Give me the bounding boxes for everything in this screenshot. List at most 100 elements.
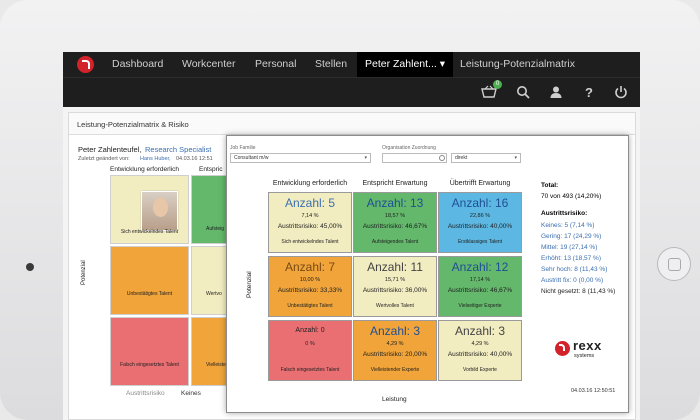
tablet-frame: Dashboard Workcenter Personal Stellen Pe…: [0, 0, 700, 420]
column-header-3: Übertrifft Erwartung: [449, 180, 511, 187]
person-role-link[interactable]: Research Specialist: [145, 145, 211, 154]
cell-percent: 15,71 %: [384, 277, 406, 283]
matrix-popup: Job Familie Consultant m/w ▾ Organisation…: [226, 135, 629, 413]
bg-column-header-2: Entspric: [199, 166, 223, 173]
nav-workcenter[interactable]: Workcenter: [182, 52, 236, 77]
total-value: 70 von 493 (14,20%): [541, 193, 602, 200]
cell-erstklassiges-talent[interactable]: Anzahl: 16 22,86 % Austrittsrisiko: 40,0…: [438, 192, 522, 253]
brand-wordmark: rexx: [573, 338, 602, 353]
job-family-label: Job Familie: [230, 145, 256, 151]
cell-aufsteigendes-talent[interactable]: Anzahl: 13 18,57 % Austrittsrisiko: 46,6…: [353, 192, 437, 253]
cell-name: Sich entwickelndes Talent: [281, 239, 339, 245]
cell-percent: 10,00 %: [299, 277, 321, 283]
camera: [26, 263, 34, 271]
cell-count: Anzahl: 16: [451, 196, 509, 210]
direct-select[interactable]: direkt ▾: [451, 153, 521, 163]
organisation-label: Organisation Zuordnung: [382, 145, 436, 151]
nav-leistung-potenzialmatrix[interactable]: Leistung-Potenzialmatrix: [460, 52, 575, 77]
cell-risk: Austrittsrisiko: 40,00%: [447, 351, 513, 358]
cell-percent: 0 %: [305, 341, 315, 347]
risk-erhoeht-link[interactable]: Erhöht: 13 (18,57 %): [541, 255, 601, 262]
cell-wertvolles-talent[interactable]: Anzahl: 11 15,71 % Austrittsrisiko: 36,0…: [353, 256, 437, 317]
cell-name: Vielseitiger Experte: [458, 303, 502, 309]
bg-cell-vielleistender-experte[interactable]: Vielleiste: [191, 317, 231, 386]
help-icon[interactable]: ?: [581, 85, 597, 101]
home-button[interactable]: [657, 247, 691, 281]
bg-cell-label: Vielleiste: [206, 362, 226, 368]
cell-unbestaetigtes-talent[interactable]: Anzahl: 7 10,00 % Austrittsrisiko: 33,33…: [268, 256, 352, 317]
user-icon[interactable]: [548, 85, 564, 101]
bg-cell-wertvolles-talent[interactable]: Wertvo: [191, 246, 231, 315]
cell-name: Vorbild Experte: [463, 367, 497, 373]
cell-vielseitiger-experte[interactable]: Anzahl: 12 17,14 % Austrittsrisiko: 46,6…: [438, 256, 522, 317]
cell-percent: 7,14 %: [301, 213, 319, 219]
cell-falsch-eingesetztes-talent[interactable]: Anzahl: 0 0 % Falsch eingesetztes Talent: [268, 320, 352, 381]
search-icon[interactable]: [515, 85, 531, 101]
cell-vielleistender-experte[interactable]: Anzahl: 3 4,29 % Austrittsrisiko: 20,00%…: [353, 320, 437, 381]
cell-sich-entwickelndes-talent[interactable]: Anzahl: 5 7,14 % Austrittsrisiko: 45,00%…: [268, 192, 352, 253]
risk-nicht-gesetzt: Nicht gesetzt: 8 (11,43 %): [541, 288, 616, 295]
bg-cell-falsch-eingesetztes-talent[interactable]: Falsch eingesetztes Talent: [110, 317, 189, 386]
toolbar: 0 ?: [63, 77, 640, 107]
cell-percent: 4,29 %: [471, 341, 489, 347]
cell-name: Unbestätigtes Talent: [287, 303, 333, 309]
x-axis-label: Leistung: [382, 396, 407, 403]
cell-name: Falsch eingesetztes Talent: [280, 367, 340, 373]
changed-date: 04.03.16 12:51: [176, 156, 213, 162]
cell-risk: Austrittsrisiko: 40,00%: [447, 223, 513, 230]
bg-cell-label: Falsch eingesetztes Talent: [120, 362, 179, 368]
cell-name: Vielleistender Experte: [370, 367, 420, 373]
organisation-input[interactable]: [382, 153, 447, 163]
cell-vorbild-experte[interactable]: Anzahl: 3 4,29 % Austrittsrisiko: 40,00%…: [438, 320, 522, 381]
risk-sehr-hoch-link[interactable]: Sehr hoch: 8 (11,43 %): [541, 266, 607, 273]
cell-risk: Austrittsrisiko: 46,67%: [447, 287, 513, 294]
chevron-down-icon: ▾: [364, 155, 367, 161]
nav-person-dropdown[interactable]: Peter Zahlent... ▾: [357, 52, 453, 77]
risk-austritt-fix-link[interactable]: Austritt fix: 0 (0,00 %): [541, 277, 603, 284]
nav-stellen[interactable]: Stellen: [315, 52, 347, 77]
panel-title: Leistung-Potenzialmatrix & Risiko: [69, 113, 635, 135]
cell-percent: 18,57 %: [384, 213, 406, 219]
cell-risk: Austrittsrisiko: 20,00%: [362, 351, 428, 358]
bg-column-header-1: Entwicklung erforderlich: [110, 166, 180, 173]
cell-count: Anzahl: 3: [369, 324, 421, 338]
bg-cell-sich-entwickelndes-talent[interactable]: Sich entwickelndes Talent: [110, 175, 189, 244]
cell-name: Erstklassiges Talent: [457, 239, 503, 245]
brand-subtitle: systems: [574, 353, 595, 359]
cell-count: Anzahl: 5: [284, 196, 336, 210]
chevron-down-icon: ▾: [514, 155, 517, 161]
employee-photo: [141, 191, 178, 231]
column-header-2: Entspricht Erwartung: [362, 180, 428, 187]
bg-cell-aufsteigendes-talent[interactable]: Aufsteig: [191, 175, 231, 244]
timestamp: 04.03.16 12:50:51: [571, 388, 616, 394]
cell-count: Anzahl: 12: [451, 260, 509, 274]
radio-icon[interactable]: [439, 155, 445, 161]
job-family-select[interactable]: Consultant m/w ▾: [230, 153, 371, 163]
bg-cell-label: Unbestätigtes Talent: [126, 291, 173, 297]
cell-count: Anzahl: 0: [295, 327, 325, 334]
basket-count-badge: 0: [493, 80, 502, 89]
rexx-logo-icon[interactable]: [77, 56, 94, 73]
changed-prefix: Zuletzt geändert von:: [78, 156, 130, 162]
bg-bottom-risk-value: Keines: [181, 390, 201, 397]
top-nav: Dashboard Workcenter Personal Stellen Pe…: [63, 52, 640, 77]
nav-dashboard[interactable]: Dashboard: [112, 52, 163, 77]
cell-count: Anzahl: 3: [454, 324, 506, 338]
power-icon[interactable]: [613, 85, 629, 101]
cell-count: Anzahl: 13: [366, 196, 424, 210]
risk-mittel-link[interactable]: Mittel: 19 (27,14 %): [541, 244, 597, 251]
bg-cell-label: Sich entwickelndes Talent: [120, 229, 179, 235]
risk-gering-link[interactable]: Gering: 17 (24,29 %): [541, 233, 601, 240]
bg-cell-unbestaetigtes-talent[interactable]: Unbestätigtes Talent: [110, 246, 189, 315]
cell-risk: Austrittsrisiko: 36,00%: [362, 287, 428, 294]
changed-by-link[interactable]: Hans Huber,: [140, 156, 171, 162]
rexx-logo-icon: [555, 341, 570, 356]
nav-personal[interactable]: Personal: [255, 52, 296, 77]
cell-count: Anzahl: 11: [367, 260, 423, 274]
bg-y-axis-label: Potenzial: [81, 260, 87, 285]
risk-keines-link[interactable]: Keines: 5 (7,14 %): [541, 222, 594, 229]
column-header-1: Entwicklung erforderlich: [272, 180, 348, 187]
cell-percent: 4,29 %: [386, 341, 404, 347]
cell-percent: 17,14 %: [469, 277, 491, 283]
bg-cell-label: Wertvo: [206, 291, 222, 297]
